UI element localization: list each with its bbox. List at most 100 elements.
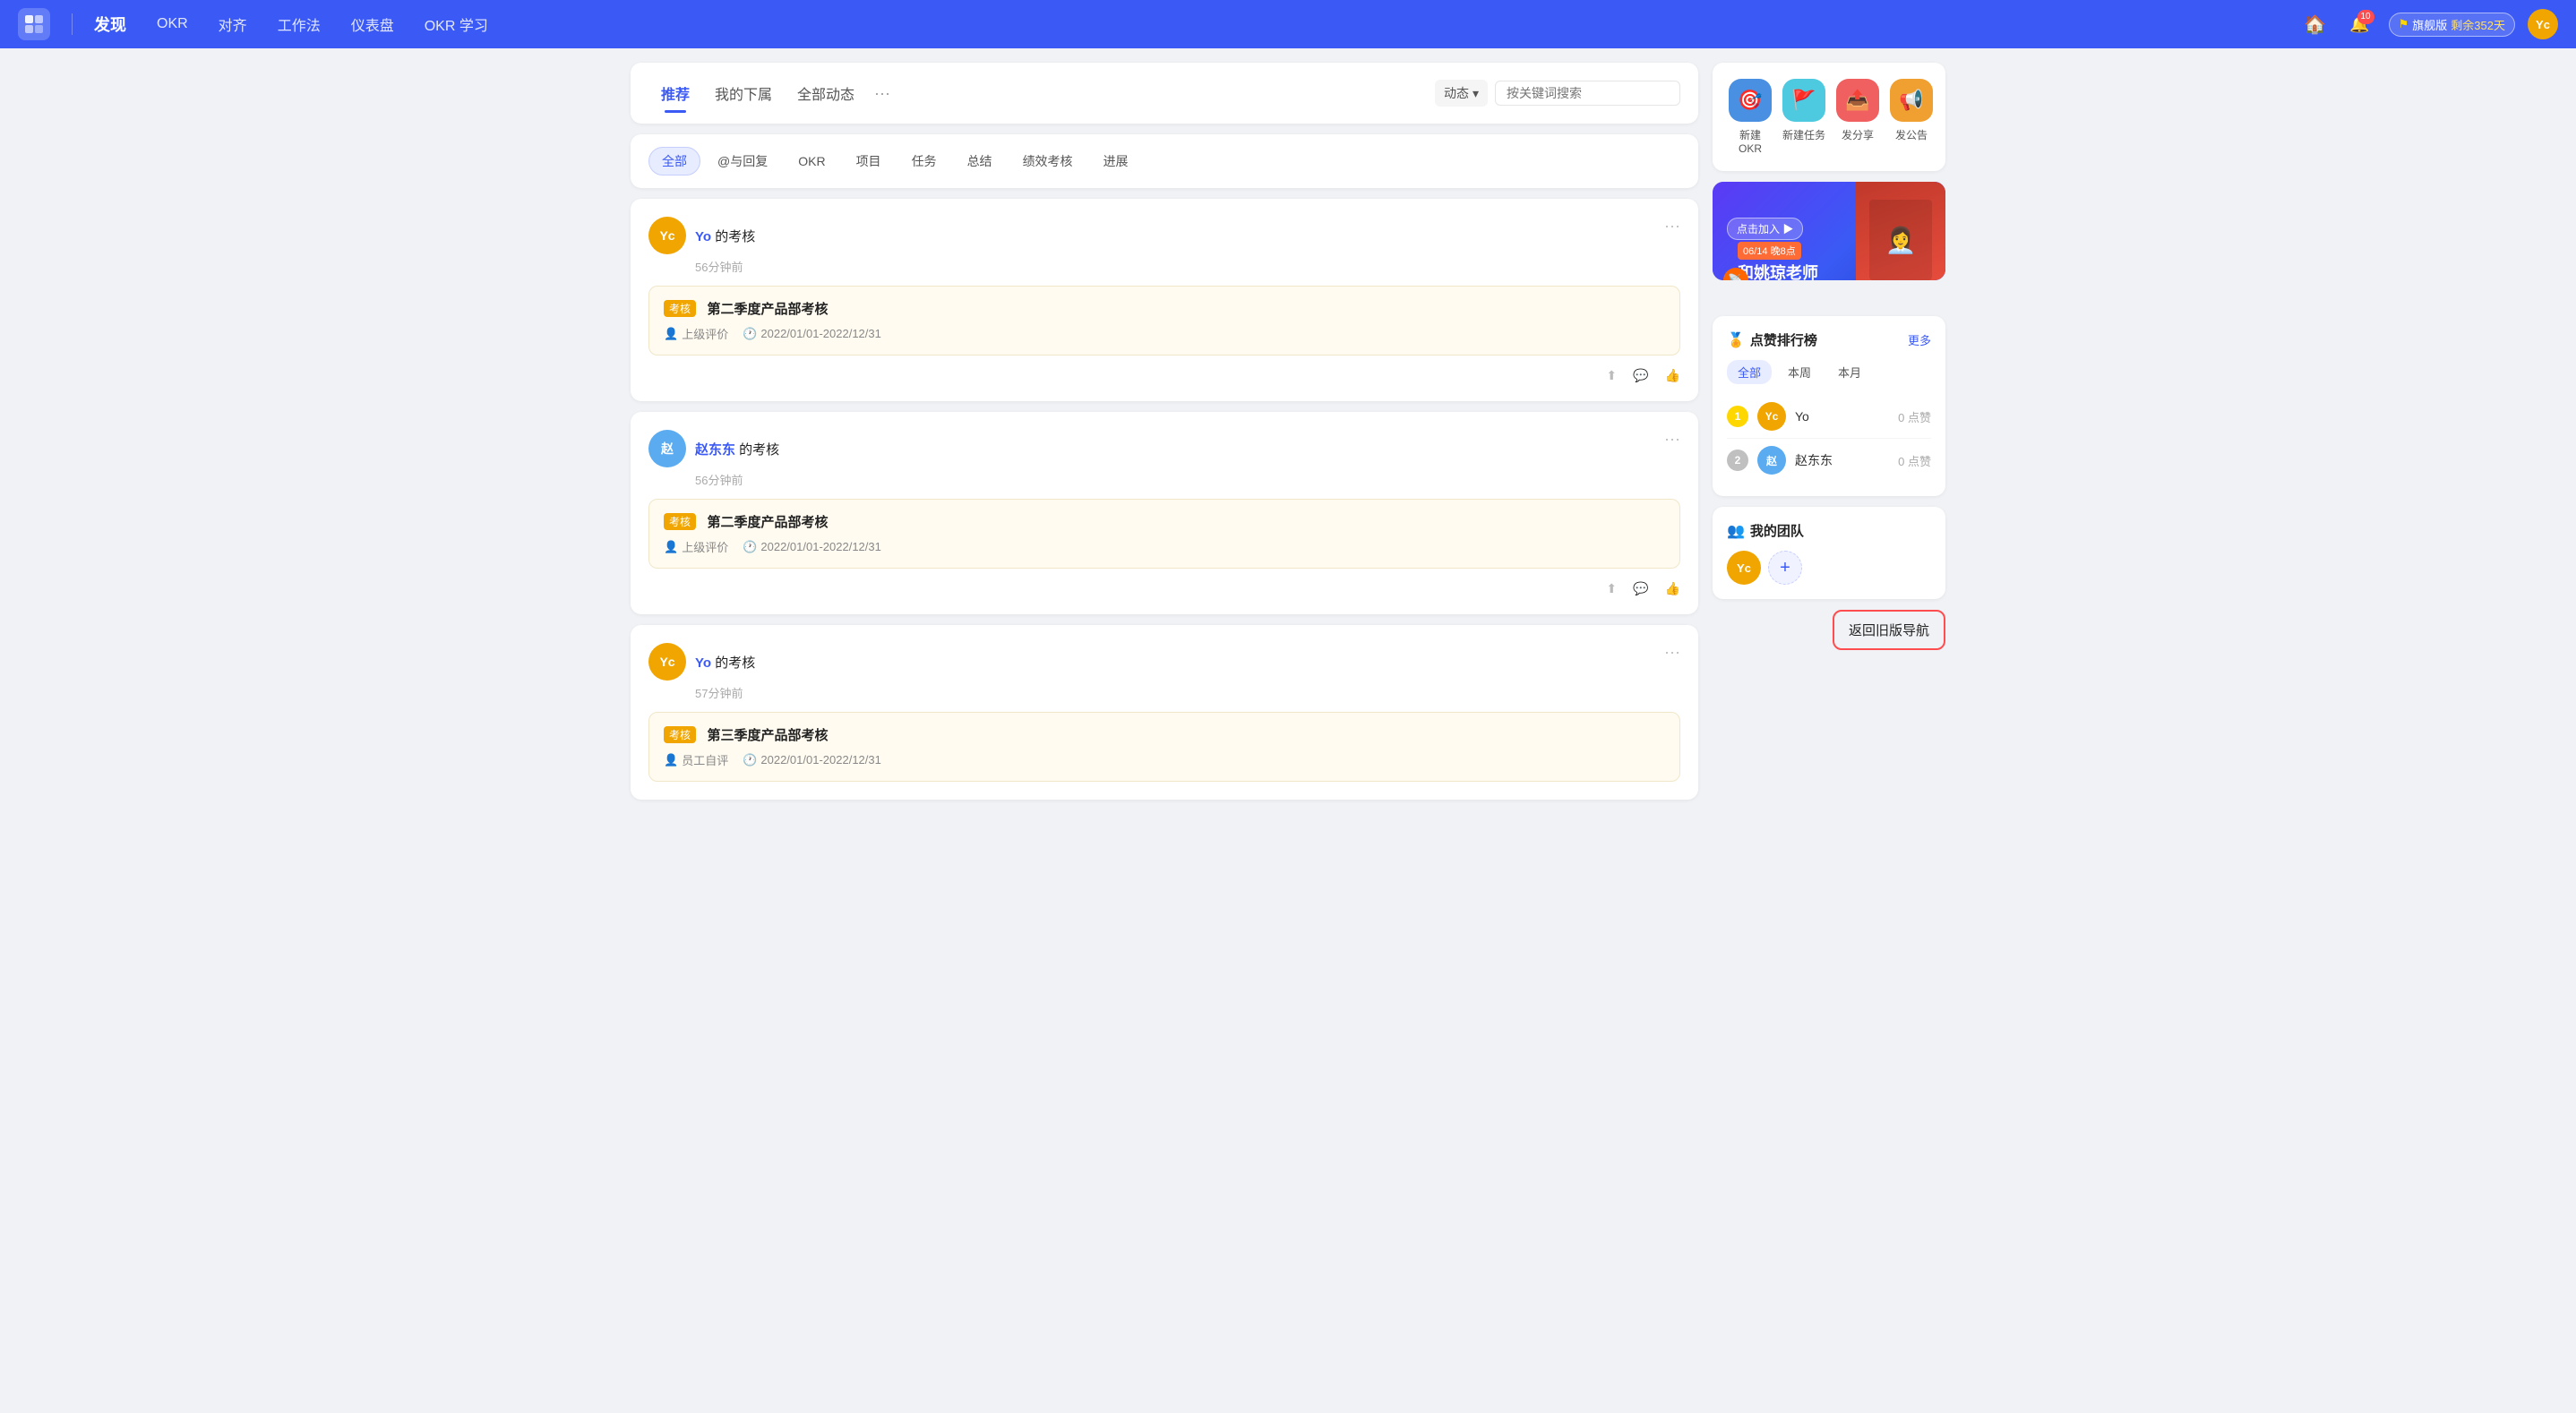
tab-more-button[interactable]: ··· — [867, 79, 897, 108]
return-nav-button[interactable]: 返回旧版导航 — [1833, 610, 1945, 650]
feed-user-2[interactable]: 赵东东 — [695, 442, 735, 458]
like-icon-1: 👍 — [1665, 368, 1680, 383]
ranking-title-text: 点赞排行榜 — [1750, 330, 1817, 349]
feed-comment-btn-2[interactable]: 💬 — [1633, 581, 1648, 596]
feed-comment-btn-1[interactable]: 💬 — [1633, 368, 1648, 383]
feed-content-2: 考核 第二季度产品部考核 👤 上级评价 🕐 2022/01/01-2022/12… — [648, 499, 1680, 569]
team-member-1[interactable]: Yc — [1727, 551, 1761, 585]
nav-link-workflow[interactable]: 工作法 — [265, 8, 333, 40]
feed-actions-1: ⬆ 💬 👍 — [648, 368, 1680, 383]
filter-dropdown[interactable]: 动态 ▾ — [1435, 80, 1488, 107]
feed-item-1: Yc Yo 的考核 ··· 56分钟前 考核 第二季度产品部考核 👤 上级评价 … — [631, 199, 1698, 401]
new-task-label: 新建任务 — [1782, 127, 1825, 142]
feed-avatar-2: 赵 — [648, 430, 686, 467]
filter-summary[interactable]: 总结 — [954, 147, 1006, 176]
filter-performance[interactable]: 绩效考核 — [1009, 147, 1086, 176]
feed-meta-eval-2: 👤 上级评价 — [664, 538, 728, 555]
feed-item-3: Yc Yo 的考核 ··· 57分钟前 考核 第三季度产品部考核 👤 员工自评 … — [631, 625, 1698, 800]
feed-title-suffix-1: 的考核 — [711, 229, 755, 244]
feed-more-btn-1[interactable]: ··· — [1664, 217, 1680, 236]
filter-okr[interactable]: OKR — [785, 149, 838, 174]
nav-link-align[interactable]: 对齐 — [206, 8, 260, 40]
ranking-more-link[interactable]: 更多 — [1908, 331, 1931, 348]
feed-header-2: 赵 赵东东 的考核 ··· — [648, 430, 1680, 467]
quick-announce[interactable]: 📢 发公告 — [1890, 79, 1933, 155]
feed-content-name-3[interactable]: 第三季度产品部考核 — [707, 728, 828, 743]
filter-project[interactable]: 项目 — [843, 147, 895, 176]
feed-user-1[interactable]: Yo — [695, 229, 711, 244]
nav-link-learning[interactable]: OKR 学习 — [412, 8, 501, 40]
filter-at-reply[interactable]: @与回复 — [704, 147, 781, 176]
new-task-icon: 🚩 — [1782, 79, 1825, 122]
feed-avatar-1: Yc — [648, 217, 686, 254]
tab-all-dynamics[interactable]: 全部动态 — [785, 77, 867, 109]
quick-new-task[interactable]: 🚩 新建任务 — [1782, 79, 1825, 155]
feed-time-3: 57分钟前 — [695, 684, 1680, 701]
feed-content-1: 考核 第二季度产品部考核 👤 上级评价 🕐 2022/01/01-2022/12… — [648, 286, 1680, 355]
feed-content-tag-3: 考核 — [664, 726, 696, 743]
new-okr-icon: 🎯 — [1729, 79, 1772, 122]
forward-icon-1: ⬆ — [1606, 368, 1617, 383]
filter-all[interactable]: 全部 — [648, 147, 700, 176]
feed-user-3[interactable]: Yo — [695, 655, 711, 671]
tab-recommend[interactable]: 推荐 — [648, 77, 702, 109]
nav-links: 发现 OKR 对齐 工作法 仪表盘 OKR 学习 — [82, 7, 2299, 41]
feed-content-meta-3: 👤 员工自评 🕐 2022/01/01-2022/12/31 — [664, 751, 1665, 768]
banner-text: 和姚琼老师聊一聊 OKR — [1738, 263, 1826, 280]
nav-link-okr[interactable]: OKR — [144, 11, 201, 38]
feed-more-btn-2[interactable]: ··· — [1664, 430, 1680, 449]
filter-progress[interactable]: 进展 — [1090, 147, 1142, 176]
tabs-row: 推荐 我的下属 全部动态 ··· 动态 ▾ — [648, 77, 1680, 109]
feed-more-btn-3[interactable]: ··· — [1664, 643, 1680, 662]
team-add-button[interactable]: + — [1768, 551, 1802, 585]
search-input[interactable] — [1495, 81, 1680, 106]
feed-like-btn-2[interactable]: 👍 — [1665, 581, 1680, 596]
remaining-label: 剩余352天 — [2451, 16, 2505, 33]
feed-forward-btn-1[interactable]: ⬆ — [1606, 368, 1617, 383]
feed-content-name-1[interactable]: 第二季度产品部考核 — [707, 302, 828, 317]
team-icon: 👥 — [1727, 522, 1745, 540]
home-button[interactable]: 🏠 — [2299, 8, 2331, 40]
feed-avatar-3: Yc — [648, 643, 686, 681]
ranking-row-2: 2 赵 赵东东 0 点赞 — [1727, 439, 1931, 482]
quick-share[interactable]: 📤 发分享 — [1836, 79, 1879, 155]
feed-time-1: 56分钟前 — [695, 258, 1680, 275]
feed-title-1: Yo 的考核 — [695, 227, 755, 245]
plan-tag[interactable]: ⚑ 旗舰版 剩余352天 — [2389, 13, 2515, 37]
ranking-header: 🏅 点赞排行榜 更多 — [1727, 330, 1931, 349]
quick-new-okr[interactable]: 🎯 新建OKR — [1729, 79, 1772, 155]
feed-content-name-2[interactable]: 第二季度产品部考核 — [707, 515, 828, 530]
feed-forward-btn-2[interactable]: ⬆ — [1606, 581, 1617, 596]
feed-like-btn-1[interactable]: 👍 — [1665, 368, 1680, 383]
ranking-tab-all[interactable]: 全部 — [1727, 360, 1772, 384]
banner-spacer — [1713, 291, 1945, 316]
forward-icon-2: ⬆ — [1606, 581, 1617, 596]
filter-task[interactable]: 任务 — [898, 147, 950, 176]
feed-meta-eval-label-3: 员工自评 — [682, 751, 728, 768]
user-avatar[interactable]: Yc — [2528, 9, 2558, 39]
feed-title-3: Yo 的考核 — [695, 653, 755, 672]
notification-button[interactable]: 🔔 10 — [2344, 8, 2376, 40]
feed-content-meta-1: 👤 上级评价 🕐 2022/01/01-2022/12/31 — [664, 325, 1665, 342]
tab-subordinates[interactable]: 我的下属 — [702, 77, 785, 109]
filter-label: 动态 — [1444, 84, 1469, 102]
ranking-tab-week[interactable]: 本周 — [1777, 360, 1822, 384]
team-card: 👥 我的团队 Yc + — [1713, 507, 1945, 599]
ranking-tab-month[interactable]: 本月 — [1827, 360, 1872, 384]
ranking-card: 🏅 点赞排行榜 更多 全部 本周 本月 1 Yc Yo 0 点赞 2 赵 赵东东… — [1713, 316, 1945, 496]
banner-join-button[interactable]: 点击加入 ▶ — [1727, 218, 1803, 240]
feed-item-2: 赵 赵东东 的考核 ··· 56分钟前 考核 第二季度产品部考核 👤 上级评价 … — [631, 412, 1698, 614]
rank-name-2: 赵东东 — [1795, 451, 1889, 469]
team-title: 我的团队 — [1750, 521, 1804, 540]
announce-icon: 📢 — [1890, 79, 1933, 122]
feed-content-3: 考核 第三季度产品部考核 👤 员工自评 🕐 2022/01/01-2022/12… — [648, 712, 1680, 782]
sidebar-banner[interactable]: 06/14 晚8点 和姚琼老师聊一聊 OKR 点击加入 ▶ 👩‍💼 📡 — [1713, 182, 1945, 280]
feed-content-tag-1: 考核 — [664, 300, 696, 317]
home-icon: 🏠 — [2304, 13, 2326, 36]
rank-score-1: 0 点赞 — [1898, 408, 1931, 425]
nav-link-dashboard[interactable]: 仪表盘 — [339, 8, 407, 40]
nav-link-discover[interactable]: 发现 — [82, 7, 139, 41]
main-content: 推荐 我的下属 全部动态 ··· 动态 ▾ 全部 @与回复 OKR 项目 — [631, 63, 1698, 810]
user-icon-2: 👤 — [664, 540, 678, 554]
feed-title-2: 赵东东 的考核 — [695, 440, 779, 458]
